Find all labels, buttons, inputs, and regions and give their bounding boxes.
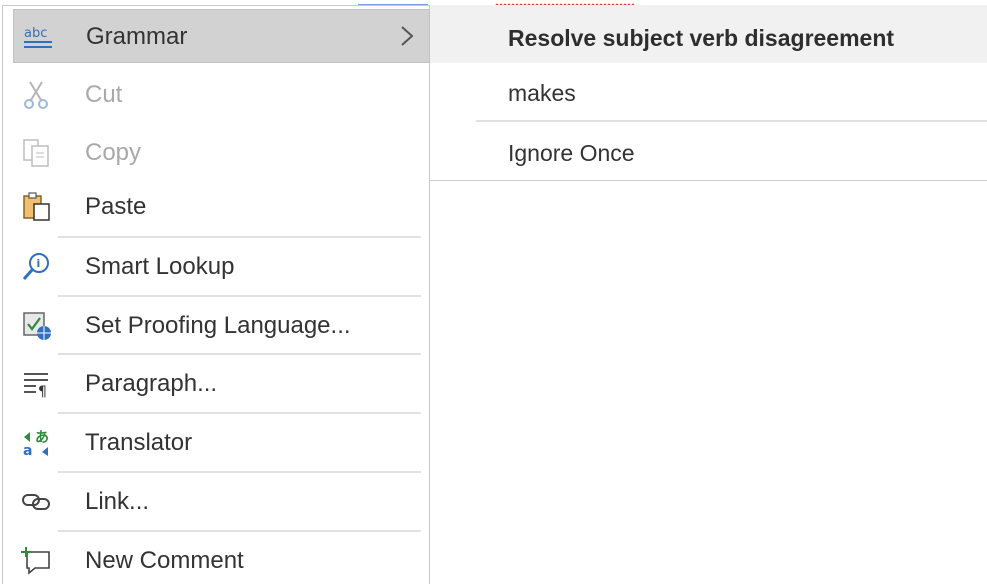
menu-item-label: Translator [85, 429, 193, 456]
smart-lookup-icon: i [21, 252, 53, 282]
menu-item-label: Paste [85, 193, 147, 220]
grammar-submenu: Resolve subject verb disagreement makes … [430, 5, 987, 181]
svg-text:a: a [23, 443, 32, 458]
menu-item-smart-lookup[interactable]: i Smart Lookup [13, 240, 430, 294]
menu-item-set-proofing-language[interactable]: Set Proofing Language... [13, 299, 430, 353]
menu-item-label: Copy [85, 139, 142, 166]
menu-separator [58, 412, 421, 414]
menu-separator [58, 295, 421, 297]
menu-separator [58, 471, 421, 473]
menu-item-copy[interactable]: Copy [13, 126, 430, 180]
link-icon [21, 487, 53, 517]
chevron-right-icon [399, 24, 415, 48]
svg-text:abc: abc [24, 26, 47, 41]
menu-item-cut[interactable]: Cut [13, 68, 430, 122]
menu-item-label: Grammar [86, 23, 188, 50]
menu-item-paste[interactable]: Paste [13, 180, 430, 234]
menu-item-label: Link... [85, 488, 150, 515]
menu-item-label: Paragraph... [85, 370, 218, 397]
menu-item-label: Cut [85, 81, 123, 108]
menu-separator [58, 236, 421, 238]
menu-separator [58, 530, 421, 532]
menu-item-translator[interactable]: a あ Translator [13, 416, 430, 470]
copy-icon [21, 138, 53, 168]
svg-text:あ: あ [35, 430, 49, 446]
menu-item-grammar[interactable]: abc Grammar [13, 9, 430, 63]
menu-item-link[interactable]: Link... [13, 475, 430, 529]
context-menu: abc Grammar Cut Copy Paste i Smart Looku… [2, 5, 430, 584]
menu-item-new-comment[interactable]: New Comment [13, 534, 430, 588]
clipboard-icon [21, 192, 53, 222]
menu-item-label: Smart Lookup [85, 253, 235, 280]
menu-item-paragraph[interactable]: ¶ Paragraph... [13, 357, 430, 411]
submenu-separator [476, 120, 987, 122]
svg-text:i: i [37, 257, 41, 270]
submenu-header: Resolve subject verb disagreement [430, 5, 987, 63]
new-comment-icon [21, 546, 53, 576]
scissors-icon [21, 80, 53, 110]
menu-separator [58, 353, 421, 355]
ignore-once-option[interactable]: Ignore Once [508, 133, 635, 173]
menu-item-label: New Comment [85, 547, 244, 574]
svg-text:¶: ¶ [38, 384, 47, 399]
paragraph-icon: ¶ [21, 369, 53, 400]
grammar-abc-icon: abc [22, 22, 54, 52]
proofing-language-icon [21, 311, 53, 341]
suggestion-makes[interactable]: makes [508, 73, 576, 113]
menu-item-label: Set Proofing Language... [85, 312, 351, 339]
submenu-title: Resolve subject verb disagreement [508, 25, 895, 51]
translator-icon: a あ [21, 428, 53, 459]
